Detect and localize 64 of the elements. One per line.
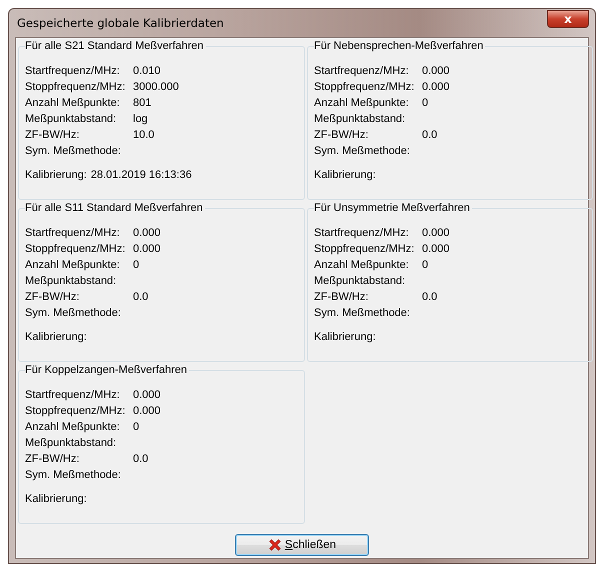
field-label: Anzahl Meßpunkte: <box>25 259 121 271</box>
field-label: Stoppfrequenz/MHz: <box>25 243 126 255</box>
field-value: 10.0 <box>133 129 154 141</box>
field-value: 0 <box>133 259 140 271</box>
field-label: Startfrequenz/MHz: <box>25 227 121 239</box>
field-label: Sym. Meßmethode: <box>25 469 122 481</box>
field-value: 0 <box>422 259 428 271</box>
field-label: Stoppfrequenz/MHz: <box>25 405 126 417</box>
window-title: Gespeicherte globale Kalibrierdaten <box>16 16 224 30</box>
field-label: Anzahl Meßpunkte: <box>314 259 410 271</box>
field-value: 0.0 <box>422 291 438 303</box>
field-label: ZF-BW/Hz: <box>25 291 80 303</box>
field-label: Meßpunktabstand: <box>314 113 406 125</box>
close-button[interactable]: x <box>547 10 589 28</box>
field-value: 0.000 <box>133 227 161 239</box>
field-label: Stoppfrequenz/MHz: <box>25 81 126 93</box>
field-value: 0.000 <box>422 81 450 93</box>
field-value: 0.000 <box>133 389 161 401</box>
field-value: 0.0 <box>133 453 148 465</box>
field-label: Sym. Meßmethode: <box>25 145 122 157</box>
field-label: Anzahl Meßpunkte: <box>25 97 121 109</box>
field-label: Startfrequenz/MHz: <box>25 389 121 401</box>
field-value: 3000.000 <box>133 81 179 93</box>
field-label: Kalibrierung: <box>25 169 87 181</box>
field-label: Meßpunktabstand: <box>25 437 118 449</box>
field-value: 0.000 <box>133 405 161 417</box>
field-label: Stoppfrequenz/MHz: <box>314 243 416 255</box>
close-button[interactable]: Schließen <box>235 534 369 556</box>
field-label: ZF-BW/Hz: <box>25 129 80 141</box>
field-value: 0.000 <box>422 243 450 255</box>
field-value: 0.0 <box>133 291 148 303</box>
field-value: 0.000 <box>133 243 161 255</box>
field-label: Meßpunktabstand: <box>25 113 118 125</box>
field-value: 0.010 <box>133 65 161 77</box>
field-value: 0 <box>133 421 140 433</box>
group-title: Für Nebensprechen-Meßverfahren <box>314 39 486 53</box>
field-label: Kalibrierung: <box>25 331 87 343</box>
field-label: Anzahl Meßpunkte: <box>25 421 121 433</box>
field-value: 0 <box>422 97 428 109</box>
field-label: Sym. Meßmethode: <box>314 145 411 157</box>
close-icon <box>268 538 282 552</box>
field-label: Startfrequenz/MHz: <box>25 65 121 77</box>
field-label: Meßpunktabstand: <box>314 275 406 287</box>
field-value: 801 <box>133 97 152 109</box>
field-label: Startfrequenz/MHz: <box>314 65 410 77</box>
field-value: 0.000 <box>422 227 450 239</box>
field-label: ZF-BW/Hz: <box>314 129 370 141</box>
group-title: Für Koppelzangen-Meßverfahren <box>25 363 190 377</box>
field-label: Anzahl Meßpunkte: <box>314 97 410 109</box>
field-label: Kalibrierung: <box>25 493 87 505</box>
field-label: Startfrequenz/MHz: <box>314 227 410 239</box>
field-value: 0.0 <box>422 129 438 141</box>
field-label: Meßpunktabstand: <box>25 275 118 287</box>
field-value: 28.01.2019 16:13:36 <box>90 169 192 181</box>
field-label: ZF-BW/Hz: <box>314 291 370 303</box>
field-value: 0.000 <box>422 65 450 77</box>
field-label: Kalibrierung: <box>314 169 376 181</box>
field-label: Kalibrierung: <box>314 331 376 343</box>
field-label: Sym. Meßmethode: <box>314 307 411 319</box>
group-title: Für Unsymmetrie Meßverfahren <box>314 201 472 215</box>
field-label: ZF-BW/Hz: <box>25 453 80 465</box>
field-label: Stoppfrequenz/MHz: <box>314 81 416 93</box>
field-label: Sym. Meßmethode: <box>25 307 122 319</box>
field-value: log <box>133 113 148 125</box>
